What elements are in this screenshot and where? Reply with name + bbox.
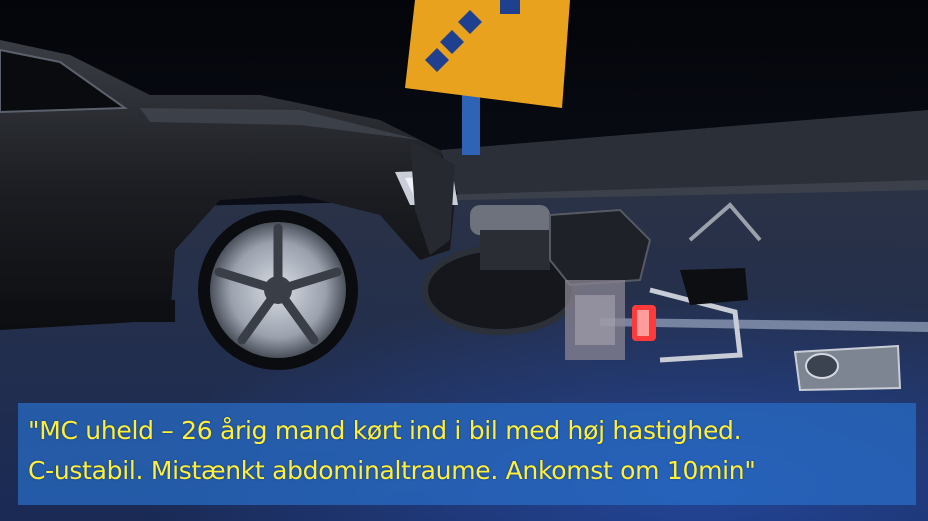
caption-line-2: C-ustabil. Mistænkt abdominaltraume. Ank… (28, 456, 756, 485)
quote-caption: "MC uheld – 26 årig mand kørt ind i bil … (18, 403, 916, 505)
accident-photo-scene: "MC uheld – 26 årig mand kørt ind i bil … (0, 0, 928, 521)
debris-fragment (793, 344, 902, 392)
caption-line-1: "MC uheld – 26 årig mand kørt ind i bil … (28, 416, 742, 445)
